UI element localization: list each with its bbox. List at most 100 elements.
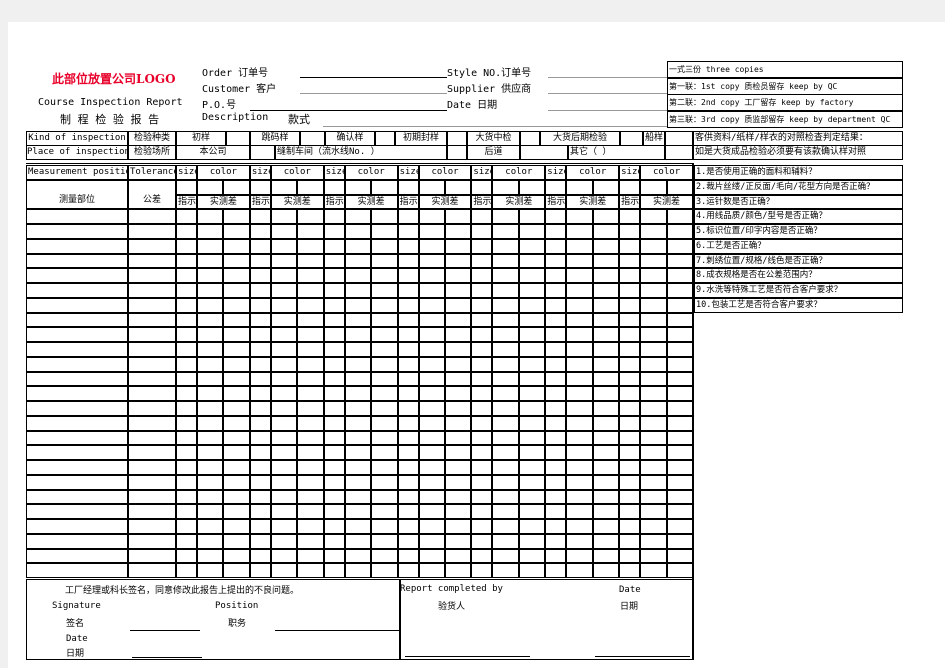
deviation-cell[interactable] [666,297,693,313]
indicator-cell[interactable] [619,342,641,357]
report-by-field[interactable] [405,656,530,657]
deviation-cell[interactable] [566,504,593,519]
deviation-cell[interactable] [297,356,324,372]
deviation-cell[interactable] [666,312,693,328]
color-value[interactable] [197,179,224,195]
deviation-cell[interactable] [270,268,298,283]
indicator-cell[interactable] [397,563,419,578]
indicator-cell[interactable] [397,474,419,490]
deviation-cell[interactable] [666,342,693,357]
deviation-cell[interactable] [270,563,298,578]
deviation-cell[interactable] [492,209,519,224]
color-value[interactable] [270,179,298,195]
place-option[interactable]: 缝制车间（流水线No. ） [275,145,447,160]
deviation-cell[interactable] [640,415,667,431]
tolerance-cell[interactable] [128,563,176,578]
deviation-cell[interactable] [592,519,620,534]
tolerance-cell[interactable] [128,371,176,387]
deviation-cell[interactable] [592,327,620,342]
kind-option[interactable]: 跳码样 [250,131,300,146]
indicator-cell[interactable] [545,268,567,283]
place-checkbox[interactable] [250,145,275,160]
deviation-cell[interactable] [371,312,398,328]
deviation-cell[interactable] [270,504,298,519]
indicator-cell[interactable] [323,371,345,387]
deviation-cell[interactable] [492,548,519,564]
deviation-cell[interactable] [492,474,519,490]
deviation-cell[interactable] [344,401,372,416]
deviation-cell[interactable] [518,224,546,239]
indicator-cell[interactable] [619,533,641,549]
deviation-cell[interactable] [344,312,372,328]
deviation-cell[interactable] [640,489,667,505]
indicator-cell[interactable] [619,474,641,490]
indicator-cell[interactable] [545,489,567,505]
indicator-cell[interactable] [397,430,419,446]
deviation-cell[interactable] [270,283,298,298]
deviation-cell[interactable] [566,209,593,224]
indicator-cell[interactable] [397,327,419,342]
kind-option[interactable]: 大货后期检验 [540,131,620,146]
deviation-cell[interactable] [223,504,250,519]
deviation-cell[interactable] [197,445,224,460]
deviation-cell[interactable] [197,224,224,239]
indicator-cell[interactable] [471,342,493,357]
place-option[interactable]: 后道 [467,145,520,160]
indicator-cell[interactable] [545,445,567,460]
deviation-cell[interactable] [445,504,472,519]
deviation-cell[interactable] [592,356,620,372]
deviation-cell[interactable] [197,504,224,519]
tolerance-cell[interactable] [128,283,176,298]
measurement-cell[interactable] [26,533,128,549]
indicator-cell[interactable] [249,224,271,239]
kind-checkbox[interactable] [375,131,395,146]
deviation-cell[interactable] [445,489,472,505]
deviation-cell[interactable] [592,445,620,460]
indicator-cell[interactable] [176,209,197,224]
deviation-cell[interactable] [297,445,324,460]
deviation-cell[interactable] [371,268,398,283]
indicator-cell[interactable] [323,268,345,283]
deviation-cell[interactable] [223,371,250,387]
deviation-cell[interactable] [566,312,593,328]
measurement-cell[interactable] [26,238,128,254]
kind-option[interactable]: 初期封样 [395,131,447,146]
measurement-cell[interactable] [26,519,128,534]
indicator-cell[interactable] [397,238,419,254]
deviation-cell[interactable] [492,401,519,416]
deviation-cell[interactable] [566,327,593,342]
deviation-cell[interactable] [640,312,667,328]
deviation-cell[interactable] [371,563,398,578]
indicator-cell[interactable] [471,415,493,431]
indicator-cell[interactable] [545,533,567,549]
indicator-cell[interactable] [323,504,345,519]
deviation-cell[interactable] [592,238,620,254]
deviation-cell[interactable] [518,327,546,342]
deviation-cell[interactable] [566,356,593,372]
indicator-cell[interactable] [619,356,641,372]
kind-option[interactable]: 初样 [176,131,226,146]
deviation-cell[interactable] [666,430,693,446]
deviation-cell[interactable] [640,401,667,416]
measurement-cell[interactable] [26,401,128,416]
indicator-cell[interactable] [323,386,345,401]
indicator-cell[interactable] [176,386,197,401]
deviation-cell[interactable] [223,253,250,269]
indicator-cell[interactable] [323,209,345,224]
date-field[interactable] [548,110,667,111]
deviation-cell[interactable] [344,445,372,460]
deviation-cell[interactable] [592,312,620,328]
deviation-cell[interactable] [666,327,693,342]
supplier-field[interactable] [548,93,667,94]
tolerance-cell[interactable] [128,312,176,328]
deviation-cell[interactable] [418,548,445,564]
indicator-cell[interactable] [545,371,567,387]
indicator-cell[interactable] [471,519,493,534]
indicator-cell[interactable] [545,224,567,239]
indicator-cell[interactable] [249,238,271,254]
deviation-cell[interactable] [418,238,445,254]
deviation-cell[interactable] [197,430,224,446]
deviation-cell[interactable] [640,430,667,446]
deviation-cell[interactable] [197,327,224,342]
deviation-cell[interactable] [223,356,250,372]
